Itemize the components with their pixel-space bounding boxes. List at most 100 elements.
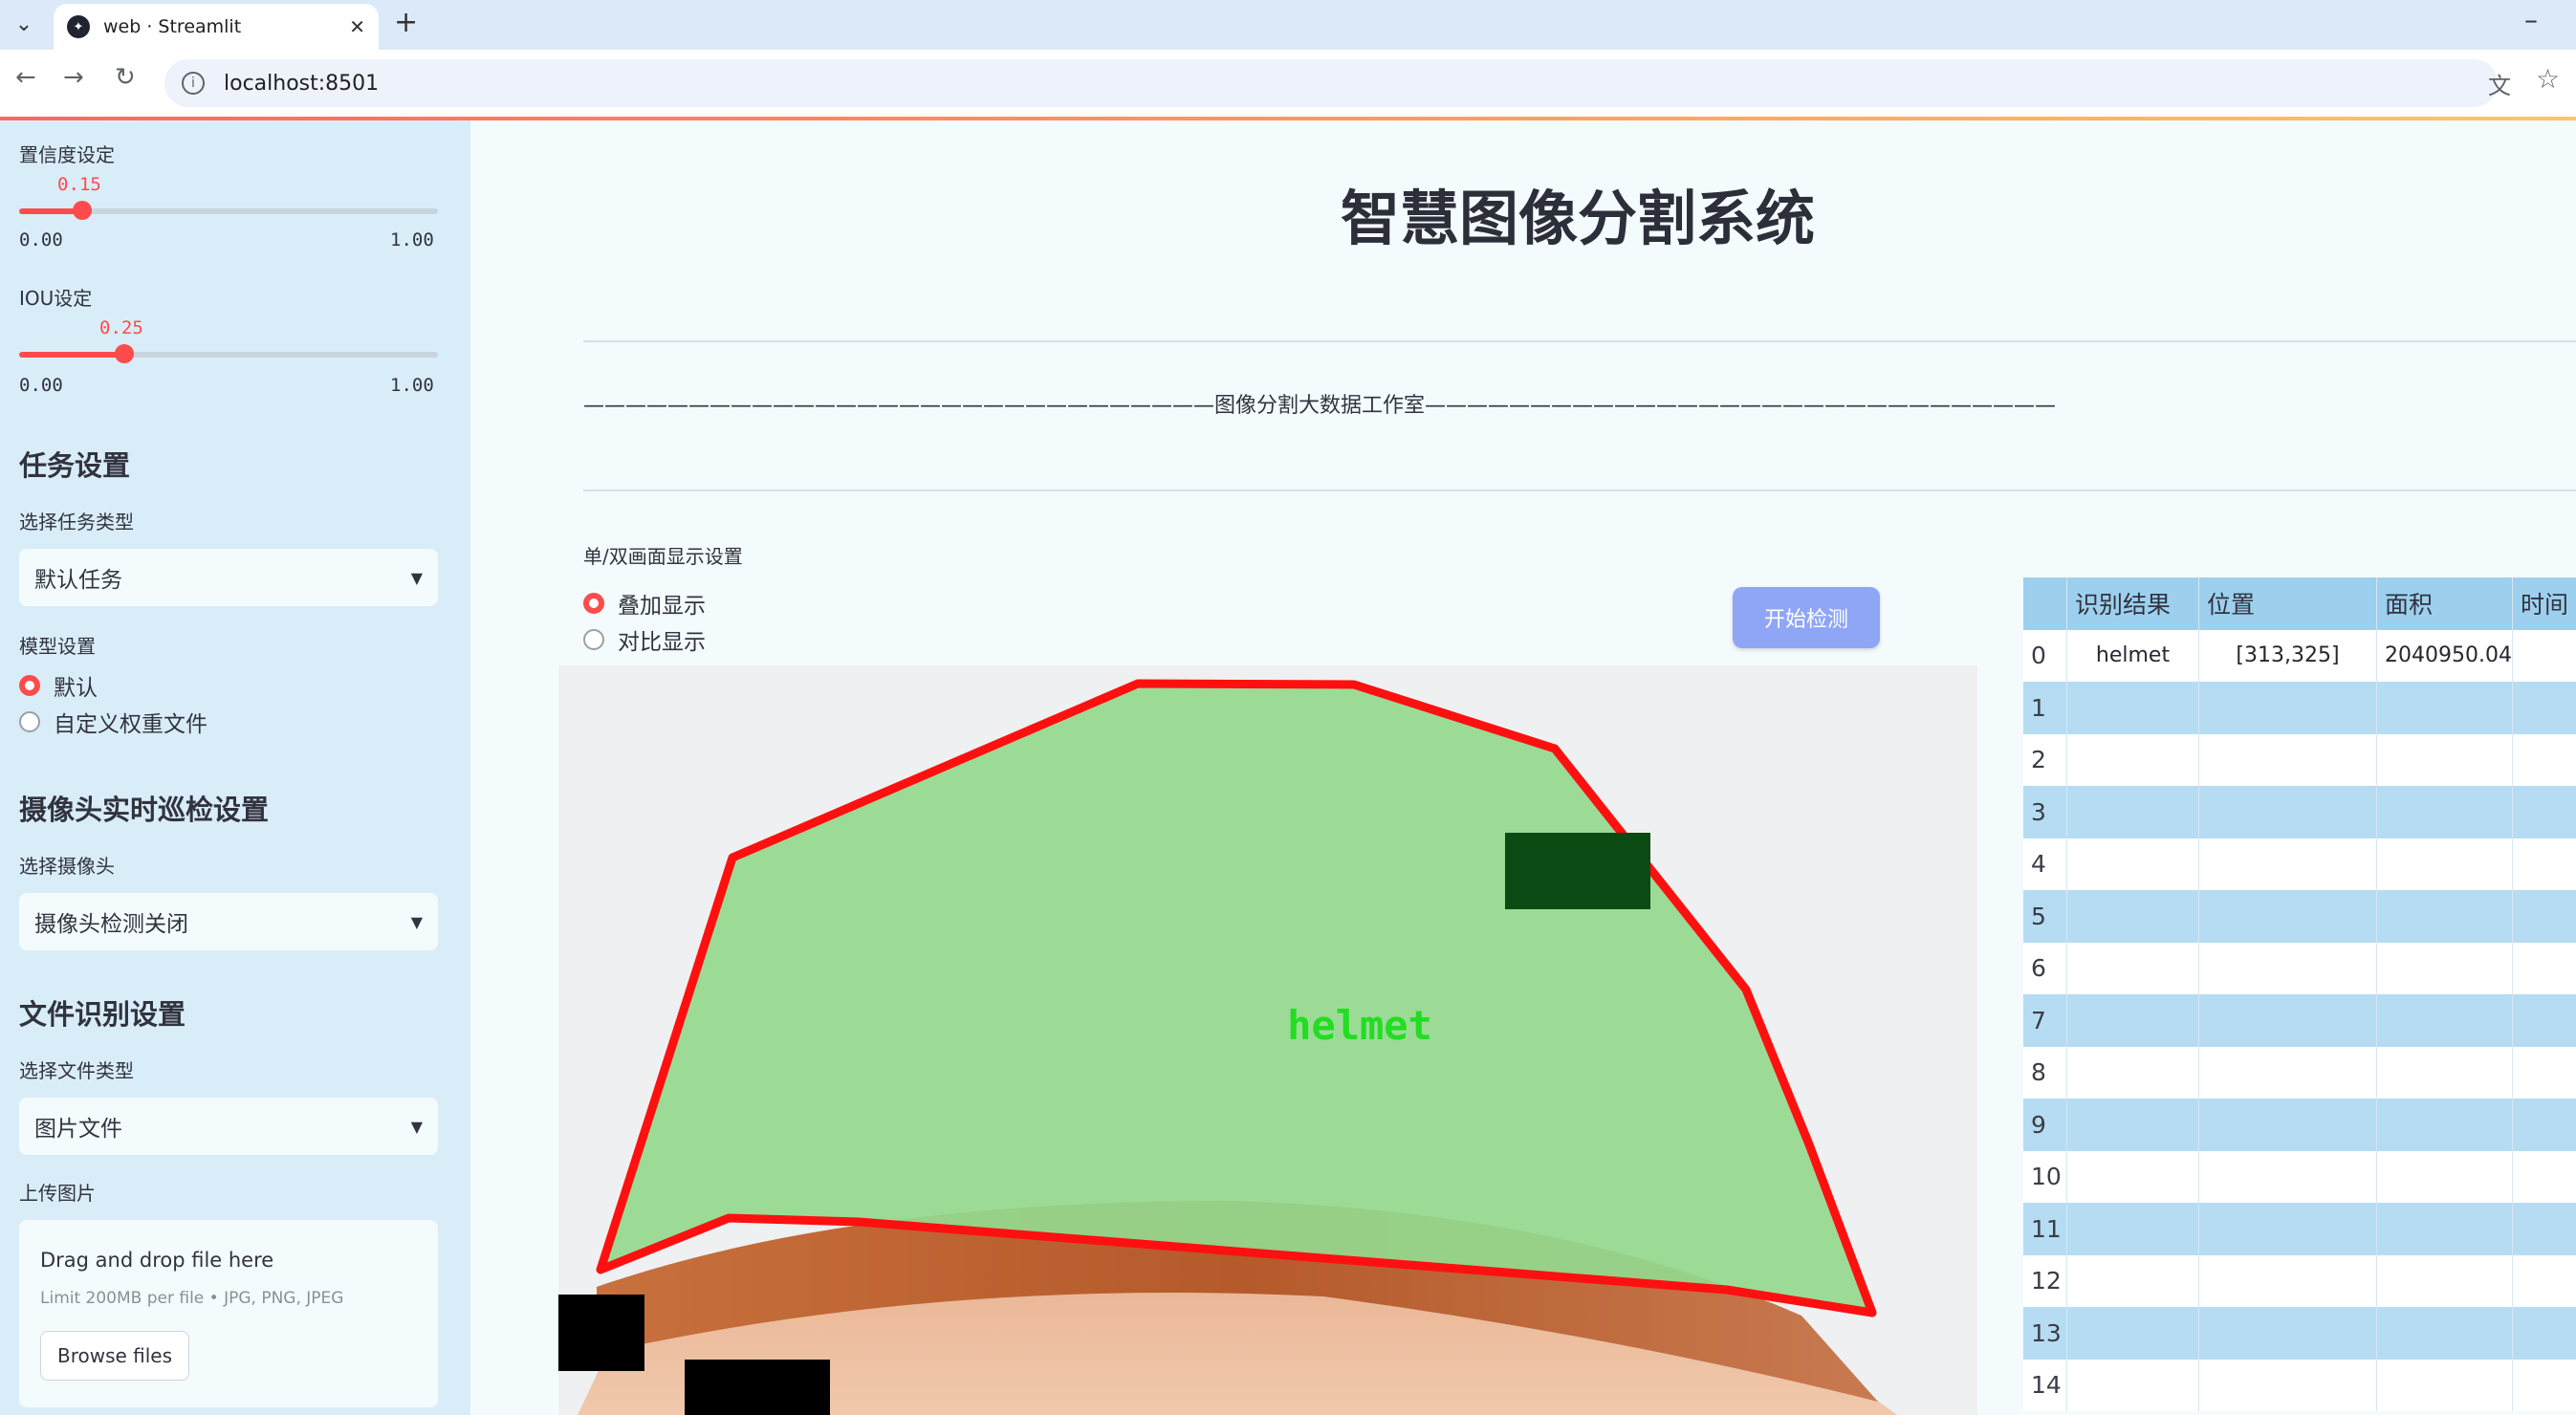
column-header[interactable]: 面积 — [2377, 577, 2513, 630]
cell-time — [2513, 890, 2576, 943]
row-index: 10 — [2023, 1150, 2067, 1203]
cell-result — [2067, 1203, 2199, 1255]
browse-files-button[interactable]: Browse files — [40, 1331, 189, 1381]
model-option-default[interactable]: 默认 — [19, 669, 98, 702]
cell-position — [2199, 733, 2377, 786]
column-header[interactable]: 识别结果 — [2067, 577, 2199, 630]
column-header[interactable]: 位置 — [2199, 577, 2377, 630]
cell-area — [2377, 733, 2513, 786]
star-icon[interactable]: ☆ — [2536, 63, 2560, 95]
cell-result — [2067, 733, 2199, 786]
new-tab-plus-icon[interactable]: + — [394, 6, 418, 39]
cell-position — [2199, 942, 2377, 994]
table-row[interactable]: 8 — [2023, 1046, 2576, 1099]
iou-slider-fill — [19, 352, 124, 358]
translate-icon[interactable]: 文 — [2488, 67, 2511, 100]
forward-arrow-icon[interactable]: → — [63, 63, 84, 92]
url-field[interactable]: i localhost:8501 — [164, 59, 2498, 107]
table-row[interactable]: 7 — [2023, 994, 2576, 1047]
confidence-min: 0.00 — [19, 229, 63, 250]
tab-search-chevron-icon[interactable]: ⌄ — [8, 6, 40, 42]
minimize-icon[interactable]: – — [2524, 4, 2538, 35]
results-table[interactable]: 识别结果 位置 面积 时间 0 helmet [313,325] 2040950.04 1 2 3 4… — [2023, 577, 2576, 1415]
cell-position: [313,325] — [2199, 629, 2377, 682]
cell-result — [2067, 838, 2199, 890]
file-dropzone[interactable]: Drag and drop file here Limit 200MB per … — [19, 1220, 438, 1407]
cell-time — [2513, 1360, 2576, 1412]
task-type-select[interactable]: 默认任务 ▼ — [19, 549, 438, 606]
display-setting-label: 单/双画面显示设置 — [583, 545, 743, 568]
iou-min: 0.00 — [19, 375, 63, 396]
redaction-block — [685, 1360, 830, 1415]
cell-time — [2513, 943, 2576, 995]
table-row[interactable]: 2 — [2023, 733, 2576, 786]
cell-area — [2377, 1307, 2513, 1360]
display-option-label: 叠加显示 — [618, 594, 706, 619]
back-arrow-icon[interactable]: ← — [15, 63, 36, 92]
cell-position — [2199, 1307, 2377, 1360]
chevron-down-icon: ▼ — [410, 568, 423, 587]
cell-time — [2513, 1203, 2576, 1255]
radio-unselected[interactable] — [583, 629, 604, 650]
display-option-overlay[interactable]: 叠加显示 — [583, 587, 706, 620]
cell-area — [2377, 786, 2513, 838]
file-type-label: 选择文件类型 — [19, 1059, 134, 1082]
cell-area — [2377, 1046, 2513, 1099]
iou-slider-thumb[interactable] — [114, 344, 134, 363]
file-type-select[interactable]: 图片文件 ▼ — [19, 1098, 438, 1155]
table-row[interactable]: 3 — [2023, 786, 2576, 838]
row-index: 0 — [2023, 629, 2067, 682]
cell-result — [2067, 1046, 2199, 1099]
table-row[interactable]: 4 — [2023, 838, 2576, 890]
upload-label: 上传图片 — [19, 1182, 96, 1205]
table-row[interactable]: 11 — [2023, 1203, 2576, 1255]
column-header[interactable]: 时间 — [2513, 577, 2576, 630]
cell-time — [2513, 1151, 2576, 1204]
confidence-slider[interactable] — [19, 201, 438, 220]
table-row[interactable]: 5 — [2023, 890, 2576, 943]
segmentation-canvas: helmet — [558, 665, 1977, 1415]
display-option-compare[interactable]: 对比显示 — [583, 623, 706, 656]
chevron-down-icon: ▼ — [410, 912, 423, 931]
address-bar: ← → ↻ i localhost:8501 文 ☆ — [0, 50, 2576, 119]
cell-position — [2199, 786, 2377, 838]
browser-tab[interactable]: ✦ web · Streamlit ✕ — [54, 4, 379, 50]
table-row[interactable]: 10 — [2023, 1150, 2576, 1204]
file-type-value: 图片文件 — [34, 1117, 122, 1142]
model-option-custom[interactable]: 自定义权重文件 — [19, 706, 207, 738]
info-icon[interactable]: i — [182, 72, 205, 95]
confidence-slider-thumb[interactable] — [72, 201, 92, 220]
cell-time — [2513, 1307, 2576, 1360]
reload-icon[interactable]: ↻ — [115, 63, 136, 92]
divider — [583, 340, 2576, 342]
result-image: helmet — [558, 665, 1977, 1415]
row-index: 2 — [2023, 733, 2067, 786]
task-heading: 任务设置 — [19, 449, 131, 482]
table-row[interactable]: 9 — [2023, 1099, 2576, 1151]
cell-time — [2513, 1047, 2576, 1099]
row-index: 14 — [2023, 1359, 2067, 1411]
cell-position — [2199, 1046, 2377, 1099]
table-row[interactable]: 12 — [2023, 1254, 2576, 1307]
table-row[interactable]: 1 — [2023, 682, 2576, 734]
radio-selected[interactable] — [583, 593, 604, 614]
cell-result: helmet — [2067, 629, 2199, 682]
row-index: 4 — [2023, 838, 2067, 890]
iou-slider[interactable] — [19, 344, 438, 363]
table-row[interactable]: 6 — [2023, 942, 2576, 995]
table-row[interactable]: 13 — [2023, 1307, 2576, 1360]
radio-unselected[interactable] — [19, 711, 40, 732]
cell-area — [2377, 890, 2513, 943]
camera-select[interactable]: 摄像头检测关闭 ▼ — [19, 893, 438, 950]
cell-result — [2067, 682, 2199, 734]
studio-banner: ——————————————————————————————图像分割大数据工作室… — [583, 394, 2057, 418]
cell-area — [2377, 942, 2513, 994]
radio-selected[interactable] — [19, 675, 40, 696]
table-row[interactable]: 14 — [2023, 1359, 2576, 1412]
row-index: 11 — [2023, 1203, 2067, 1255]
start-detection-button[interactable]: 开始检测 — [1733, 587, 1880, 648]
cell-area — [2377, 1150, 2513, 1203]
table-row[interactable]: 0 helmet [313,325] 2040950.04 — [2023, 629, 2576, 682]
close-icon[interactable]: ✕ — [349, 15, 365, 38]
url-text: localhost:8501 — [224, 71, 380, 96]
